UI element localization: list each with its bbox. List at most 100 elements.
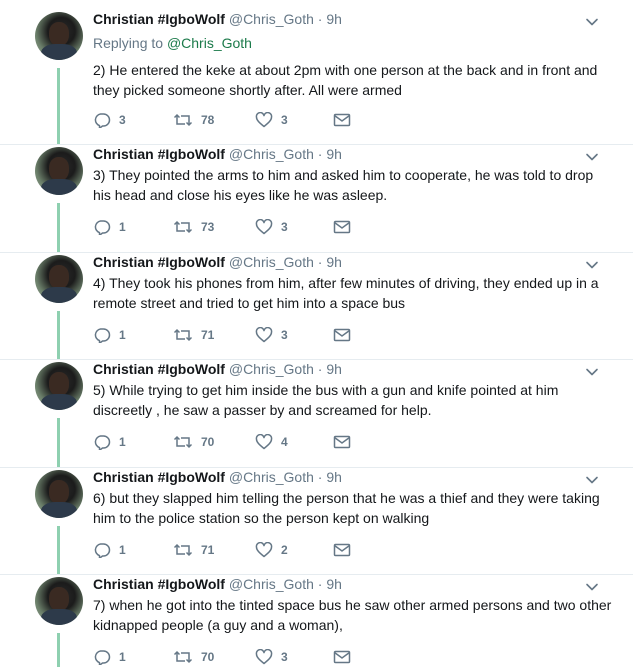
direct-message-button[interactable] (333, 110, 351, 130)
retweet-button[interactable]: 71 (173, 540, 214, 560)
heart-icon (255, 542, 273, 558)
heart-icon (255, 434, 273, 450)
retweet-button[interactable]: 70 (173, 432, 214, 452)
like-button[interactable]: 3 (255, 110, 288, 130)
timestamp[interactable]: 9h (326, 576, 342, 592)
thread-connector (57, 418, 60, 468)
avatar[interactable] (35, 577, 83, 625)
avatar[interactable] (35, 255, 83, 303)
tweet[interactable]: Christian #IgboWolf @Chris_Goth · 9h 3) … (0, 145, 633, 253)
direct-message-button[interactable] (333, 540, 351, 560)
direct-message-button[interactable] (333, 647, 351, 667)
retweet-button[interactable]: 73 (173, 217, 214, 237)
like-button[interactable]: 3 (255, 325, 288, 345)
retweet-icon (173, 219, 193, 235)
display-name[interactable]: Christian #IgboWolf (93, 361, 225, 377)
retweet-icon (173, 649, 193, 665)
heart-icon (255, 112, 273, 128)
timestamp[interactable]: 9h (326, 11, 342, 27)
user-handle[interactable]: @Chris_Goth (229, 254, 314, 270)
like-button[interactable]: 3 (255, 647, 288, 667)
separator-dot: · (317, 576, 323, 592)
chevron-down-icon[interactable] (585, 150, 599, 164)
thread-connector (57, 311, 60, 360)
display-name[interactable]: Christian #IgboWolf (93, 576, 225, 592)
tweet-text: 6) but they slapped him telling the pers… (93, 490, 600, 526)
tweet[interactable]: Christian #IgboWolf @Chris_Goth · 9h 7) … (0, 575, 633, 667)
reply-button[interactable]: 1 (93, 540, 126, 560)
tweet[interactable]: Christian #IgboWolf @Chris_Goth · 9h 5) … (0, 360, 633, 468)
tweet-text: 5) While trying to get him inside the bu… (93, 382, 559, 418)
thread-connector (57, 526, 60, 575)
user-handle[interactable]: @Chris_Goth (229, 576, 314, 592)
timestamp[interactable]: 9h (326, 361, 342, 377)
envelope-icon (333, 113, 351, 127)
reply-button[interactable]: 1 (93, 325, 126, 345)
like-count: 3 (281, 220, 288, 234)
reply-button[interactable]: 1 (93, 432, 126, 452)
like-button[interactable]: 4 (255, 432, 288, 452)
avatar[interactable] (35, 147, 83, 195)
mention-link[interactable]: @Chris_Goth (167, 35, 252, 51)
avatar[interactable] (35, 362, 83, 410)
display-name[interactable]: Christian #IgboWolf (93, 11, 225, 27)
reply-button[interactable]: 1 (93, 217, 126, 237)
reply-icon (93, 542, 111, 558)
direct-message-button[interactable] (333, 325, 351, 345)
user-handle[interactable]: @Chris_Goth (229, 469, 314, 485)
tweet-text: 4) They took his phones from him, after … (93, 275, 599, 311)
retweet-count: 70 (201, 650, 215, 664)
replying-to-label: Replying to (93, 35, 164, 51)
heart-icon (255, 219, 273, 235)
display-name[interactable]: Christian #IgboWolf (93, 469, 225, 485)
display-name[interactable]: Christian #IgboWolf (93, 254, 225, 270)
thread-connector (57, 68, 60, 145)
like-count: 3 (281, 113, 288, 127)
like-button[interactable]: 3 (255, 217, 288, 237)
chevron-down-icon[interactable] (585, 365, 599, 379)
retweet-button[interactable]: 71 (173, 325, 214, 345)
reply-count: 1 (119, 650, 126, 664)
tweet-actions: 3 78 3 (93, 110, 363, 130)
like-count: 3 (281, 650, 288, 664)
retweet-count: 71 (201, 543, 215, 557)
direct-message-button[interactable] (333, 432, 351, 452)
reply-button[interactable]: 1 (93, 647, 126, 667)
timestamp[interactable]: 9h (326, 146, 342, 162)
user-handle[interactable]: @Chris_Goth (229, 11, 314, 27)
like-button[interactable]: 2 (255, 540, 288, 560)
timestamp[interactable]: 9h (326, 469, 342, 485)
tweet-header: Christian #IgboWolf @Chris_Goth · 9h (93, 146, 342, 162)
thread-connector (57, 633, 60, 667)
tweet-actions: 1 70 3 (93, 647, 363, 667)
tweet[interactable]: Christian #IgboWolf @Chris_Goth · 9h Rep… (0, 10, 633, 145)
retweet-button[interactable]: 78 (173, 110, 214, 130)
tweet[interactable]: Christian #IgboWolf @Chris_Goth · 9h 6) … (0, 468, 633, 575)
chevron-down-icon[interactable] (585, 15, 599, 29)
user-handle[interactable]: @Chris_Goth (229, 361, 314, 377)
retweet-count: 71 (201, 328, 215, 342)
direct-message-button[interactable] (333, 217, 351, 237)
chevron-down-icon[interactable] (585, 258, 599, 272)
thread-connector (57, 203, 60, 253)
avatar[interactable] (35, 12, 83, 60)
chevron-down-icon[interactable] (585, 580, 599, 594)
timestamp[interactable]: 9h (326, 254, 342, 270)
tweet-header: Christian #IgboWolf @Chris_Goth · 9h (93, 11, 342, 27)
like-count: 3 (281, 328, 288, 342)
separator-dot: · (317, 11, 323, 27)
tweet[interactable]: Christian #IgboWolf @Chris_Goth · 9h 4) … (0, 253, 633, 360)
reply-icon (93, 219, 111, 235)
display-name[interactable]: Christian #IgboWolf (93, 146, 225, 162)
tweet-header: Christian #IgboWolf @Chris_Goth · 9h (93, 254, 342, 270)
tweet-header: Christian #IgboWolf @Chris_Goth · 9h (93, 469, 342, 485)
tweet-header: Christian #IgboWolf @Chris_Goth · 9h (93, 361, 342, 377)
user-handle[interactable]: @Chris_Goth (229, 146, 314, 162)
heart-icon (255, 327, 273, 343)
avatar[interactable] (35, 470, 83, 518)
retweet-icon (173, 112, 193, 128)
retweet-button[interactable]: 70 (173, 647, 214, 667)
chevron-down-icon[interactable] (585, 473, 599, 487)
reply-count: 1 (119, 328, 126, 342)
reply-button[interactable]: 3 (93, 110, 126, 130)
